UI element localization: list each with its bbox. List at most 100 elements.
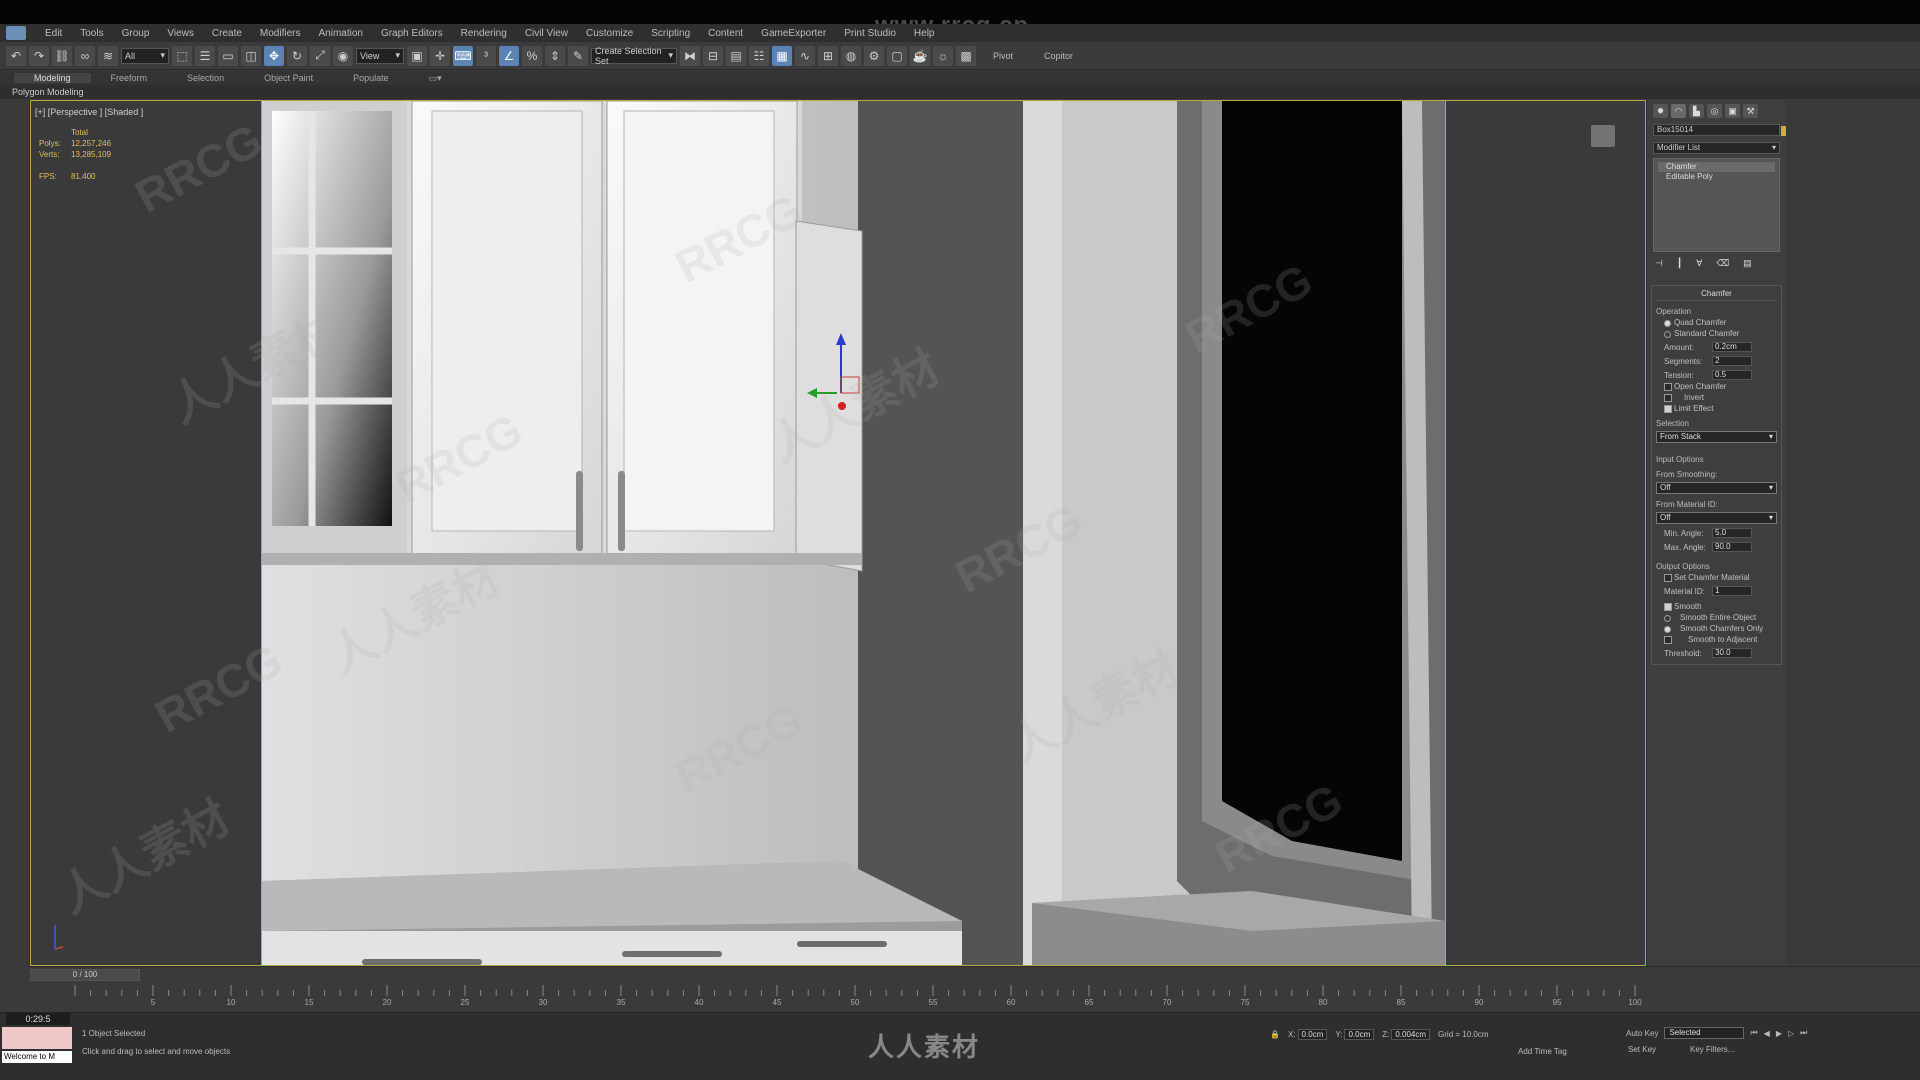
render-iterative-icon[interactable]: ☼: [933, 45, 953, 66]
time-slider[interactable]: 0 / 100: [30, 969, 140, 981]
select-object-icon[interactable]: ⬚: [172, 45, 192, 66]
set-chamfer-material-checkbox[interactable]: Set Chamfer Material: [1656, 573, 1777, 582]
set-key-button[interactable]: Set Key: [1628, 1045, 1656, 1054]
tab-modeling[interactable]: Modeling: [14, 73, 91, 83]
copitor-button[interactable]: Copitor: [1030, 51, 1087, 61]
ribbon-options-icon[interactable]: ▭▾: [409, 73, 462, 84]
curve-editor-icon[interactable]: ∿: [795, 45, 815, 66]
from-material-dropdown[interactable]: Off ▾: [1656, 512, 1777, 524]
placement-icon[interactable]: ◉: [333, 45, 353, 66]
align-icon[interactable]: ⊟: [703, 45, 723, 66]
tension-input[interactable]: 0.5: [1712, 370, 1752, 380]
rollout-title[interactable]: Chamfer: [1656, 289, 1777, 301]
ref-coord-dropdown[interactable]: View ▾: [356, 47, 404, 64]
app-logo-icon[interactable]: [6, 26, 26, 40]
smooth-adjacent-checkbox[interactable]: Smooth to Adjacent: [1656, 635, 1777, 644]
menu-animation[interactable]: Animation: [309, 28, 371, 39]
menu-edit[interactable]: Edit: [36, 28, 71, 39]
pivot-center-icon[interactable]: ▣: [407, 45, 427, 66]
window-crossing-icon[interactable]: ◫: [241, 45, 261, 66]
spinner-snap-icon[interactable]: ⇕: [545, 45, 565, 66]
auto-key-button[interactable]: Auto Key: [1626, 1029, 1658, 1038]
modifier-list-dropdown[interactable]: Modifier List ▾: [1653, 142, 1780, 154]
selected-dropdown[interactable]: Selected: [1664, 1027, 1745, 1039]
render-cloud-icon[interactable]: ▩: [956, 45, 976, 66]
menu-rendering[interactable]: Rendering: [452, 28, 516, 39]
render-setup-icon[interactable]: ⚙: [864, 45, 884, 66]
named-selection-dropdown[interactable]: Create Selection Set ▾: [591, 46, 677, 66]
invert-checkbox[interactable]: Invert: [1656, 393, 1777, 402]
menu-graph-editors[interactable]: Graph Editors: [372, 28, 452, 39]
mirror-icon[interactable]: ⧓: [680, 45, 700, 66]
edit-named-sets-icon[interactable]: ✎: [568, 45, 588, 66]
maxscript-input[interactable]: Welcome to M: [2, 1051, 72, 1063]
z-input[interactable]: 0.004cm: [1391, 1029, 1431, 1040]
lock-selection-icon[interactable]: 🔒: [1270, 1030, 1280, 1039]
configure-sets-icon[interactable]: ▤: [1743, 258, 1752, 269]
smooth-checkbox[interactable]: Smooth: [1656, 602, 1777, 611]
next-frame-icon[interactable]: ▷: [1788, 1029, 1794, 1038]
select-move-icon[interactable]: ✥: [264, 45, 284, 66]
schematic-view-icon[interactable]: ⊞: [818, 45, 838, 66]
standard-chamfer-radio[interactable]: Standard Chamfer: [1656, 329, 1777, 338]
display-tab-icon[interactable]: ▣: [1725, 104, 1740, 118]
manipulate-icon[interactable]: ✛: [430, 45, 450, 66]
create-tab-icon[interactable]: ✹: [1653, 104, 1668, 118]
menu-create[interactable]: Create: [203, 28, 251, 39]
stack-item-editable-poly[interactable]: Editable Poly: [1658, 172, 1775, 182]
angle-snap-icon[interactable]: ∠: [499, 45, 519, 66]
perspective-viewport[interactable]: [+] [Perspective ] [Shaded ] Total Polys…: [30, 100, 1646, 966]
menu-content[interactable]: Content: [699, 28, 752, 39]
redo-icon[interactable]: ↷: [29, 45, 49, 66]
smooth-chamfers-radio[interactable]: Smooth Chamfers Only: [1656, 624, 1777, 633]
stack-item-chamfer[interactable]: Chamfer: [1658, 162, 1775, 172]
selection-dropdown[interactable]: From Stack ▾: [1656, 431, 1777, 443]
material-editor-icon[interactable]: ◍: [841, 45, 861, 66]
menu-scripting[interactable]: Scripting: [642, 28, 699, 39]
play-icon[interactable]: ▶: [1776, 1029, 1782, 1038]
add-time-tag[interactable]: Add Time Tag: [1518, 1047, 1567, 1056]
ribbon-panel-label[interactable]: Polygon Modeling: [0, 85, 1920, 99]
menu-modifiers[interactable]: Modifiers: [251, 28, 310, 39]
from-smoothing-dropdown[interactable]: Off ▾: [1656, 482, 1777, 494]
remove-modifier-icon[interactable]: ⌫: [1716, 258, 1729, 269]
menu-help[interactable]: Help: [905, 28, 944, 39]
menu-gameexporter[interactable]: GameExporter: [752, 28, 835, 39]
viewport-label[interactable]: [+] [Perspective ] [Shaded ]: [35, 107, 143, 117]
limit-effect-checkbox[interactable]: Limit Effect: [1656, 404, 1777, 413]
render-production-icon[interactable]: ☕: [910, 45, 930, 66]
hierarchy-tab-icon[interactable]: ▙: [1689, 104, 1704, 118]
maxscript-listener[interactable]: [2, 1027, 72, 1049]
menu-customize[interactable]: Customize: [577, 28, 642, 39]
select-by-name-icon[interactable]: ☰: [195, 45, 215, 66]
viewcube-icon[interactable]: [1591, 125, 1615, 147]
tab-freeform[interactable]: Freeform: [91, 73, 168, 83]
open-chamfer-checkbox[interactable]: Open Chamfer: [1656, 382, 1777, 391]
object-name-field[interactable]: Box15014: [1653, 124, 1791, 136]
menu-views[interactable]: Views: [158, 28, 203, 39]
rect-selection-icon[interactable]: ▭: [218, 45, 238, 66]
scene-explorer-icon[interactable]: ☷: [749, 45, 769, 66]
undo-icon[interactable]: ↶: [6, 45, 26, 66]
menu-tools[interactable]: Tools: [71, 28, 112, 39]
make-unique-icon[interactable]: ∀: [1696, 258, 1702, 269]
smooth-entire-radio[interactable]: Smooth Entire Object: [1656, 613, 1777, 622]
pivot-button[interactable]: Pivot: [979, 51, 1027, 61]
layer-explorer-icon[interactable]: ▤: [726, 45, 746, 66]
prev-frame-icon[interactable]: ◀: [1764, 1029, 1770, 1038]
x-input[interactable]: 0.0cm: [1297, 1029, 1328, 1040]
selection-filter-dropdown[interactable]: All ▾: [121, 47, 169, 64]
pin-stack-icon[interactable]: ⊣: [1655, 258, 1663, 269]
bind-spacewarp-icon[interactable]: ≋: [98, 45, 118, 66]
show-end-result-icon[interactable]: ┃: [1677, 258, 1682, 269]
amount-input[interactable]: 0.2cm: [1712, 342, 1752, 352]
tab-selection[interactable]: Selection: [167, 73, 244, 83]
graphite-toggle-icon[interactable]: ▦: [772, 45, 792, 66]
y-input[interactable]: 0.0cm: [1344, 1029, 1375, 1040]
keyboard-shortcut-icon[interactable]: ⌨: [453, 45, 473, 66]
percent-snap-icon[interactable]: %: [522, 45, 542, 66]
threshold-input[interactable]: 30.0: [1712, 648, 1752, 658]
link-icon[interactable]: ⛓: [52, 45, 72, 66]
modify-tab-icon[interactable]: ◠: [1671, 104, 1686, 118]
quad-chamfer-radio[interactable]: Quad Chamfer: [1656, 318, 1777, 327]
